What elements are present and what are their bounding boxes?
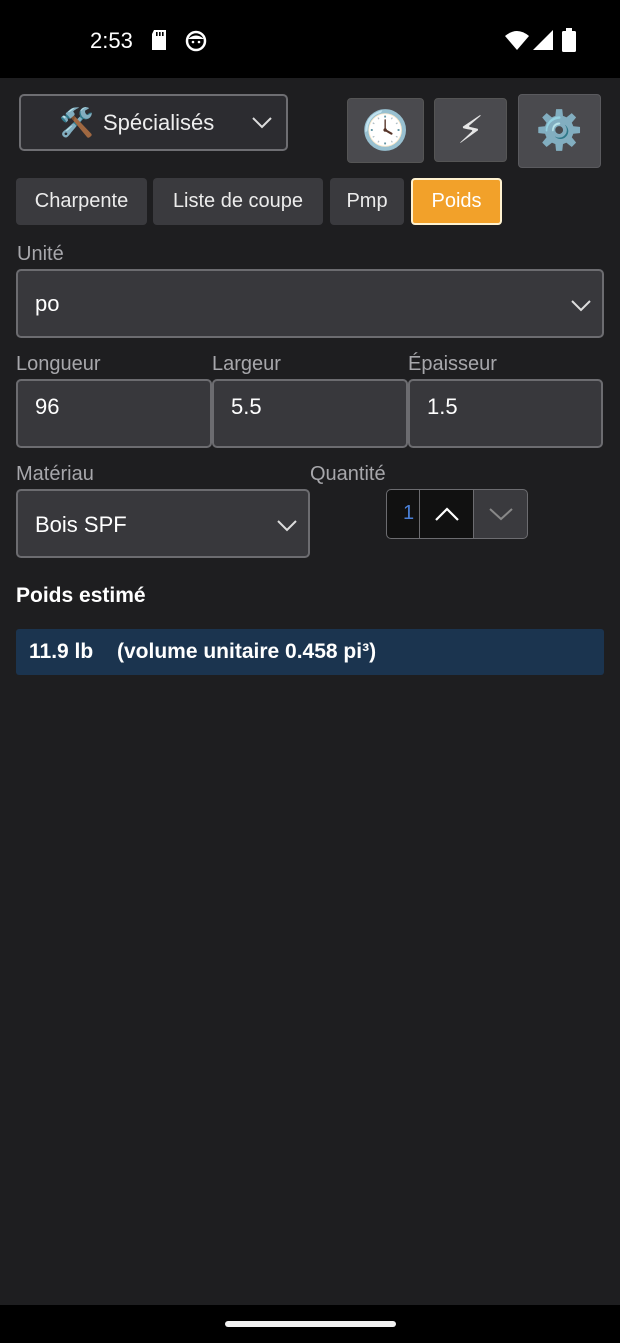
thickness-label: Épaisseur (408, 353, 497, 375)
tab-poids[interactable]: Poids (411, 178, 502, 225)
quick-button[interactable]: ⚡ (434, 98, 507, 162)
tab-pmp[interactable]: Pmp (330, 178, 404, 225)
width-label: Largeur (212, 353, 281, 375)
history-button[interactable]: 🕓 (347, 98, 424, 163)
width-field[interactable]: 5.5 (212, 379, 408, 448)
status-bar: 2:53 (0, 0, 620, 78)
settings-button[interactable]: ⚙️ (518, 94, 601, 168)
material-label: Matériau (16, 463, 94, 485)
wifi-icon (505, 31, 529, 50)
result-volume: (volume unitaire 0.458 pi³) (117, 640, 377, 663)
unit-select[interactable]: po (16, 269, 604, 338)
quantity-label: Quantité (310, 463, 386, 485)
mode-select[interactable]: 🛠️ Spécialisés (19, 94, 288, 151)
material-value: Bois SPF (35, 512, 127, 537)
material-select[interactable]: Bois SPF (16, 489, 310, 558)
thickness-field[interactable]: 1.5 (408, 379, 603, 448)
chevron-down-icon (252, 117, 272, 129)
unit-value: po (35, 291, 60, 316)
tab-label: Charpente (34, 190, 129, 212)
quantity-input[interactable]: 1 (386, 489, 420, 539)
home-gesture-handle[interactable] (225, 1321, 396, 1327)
gear-icon: ⚙️ (535, 110, 584, 152)
signal-icon (533, 30, 553, 50)
face-icon (185, 30, 207, 52)
result-weight: 11.9 lb (29, 640, 94, 663)
tab-label: Poids (431, 190, 482, 212)
tab-label: Liste de coupe (172, 190, 304, 212)
length-value: 96 (35, 394, 60, 419)
width-value: 5.5 (231, 394, 262, 419)
chevron-down-icon (488, 508, 513, 521)
sd-card-icon (152, 30, 166, 50)
chevron-down-icon (571, 300, 591, 312)
navigation-bar (0, 1305, 620, 1343)
chevron-up-icon (434, 507, 459, 521)
tab-charpente[interactable]: Charpente (16, 178, 147, 225)
tools-icon: 🛠️ (59, 107, 94, 138)
result-heading: Poids estimé (16, 584, 146, 607)
mode-select-label: Spécialisés (103, 110, 215, 135)
quantity-value: 1 (403, 502, 415, 524)
tab-liste-de-coupe[interactable]: Liste de coupe (153, 178, 323, 225)
battery-icon (562, 28, 576, 52)
unit-label: Unité (17, 243, 64, 265)
status-time: 2:53 (90, 28, 133, 53)
quantity-decrement-button[interactable] (473, 489, 528, 539)
thickness-value: 1.5 (427, 394, 458, 419)
lightning-icon: ⚡ (457, 109, 484, 152)
clock-icon: 🕓 (361, 109, 410, 152)
length-label: Longueur (16, 353, 101, 375)
tab-label: Pmp (346, 190, 388, 212)
quantity-increment-button[interactable] (419, 489, 474, 539)
chevron-down-icon (277, 520, 297, 532)
result-bar: 11.9 lb (volume unitaire 0.458 pi³) (16, 629, 604, 675)
length-field[interactable]: 96 (16, 379, 212, 448)
